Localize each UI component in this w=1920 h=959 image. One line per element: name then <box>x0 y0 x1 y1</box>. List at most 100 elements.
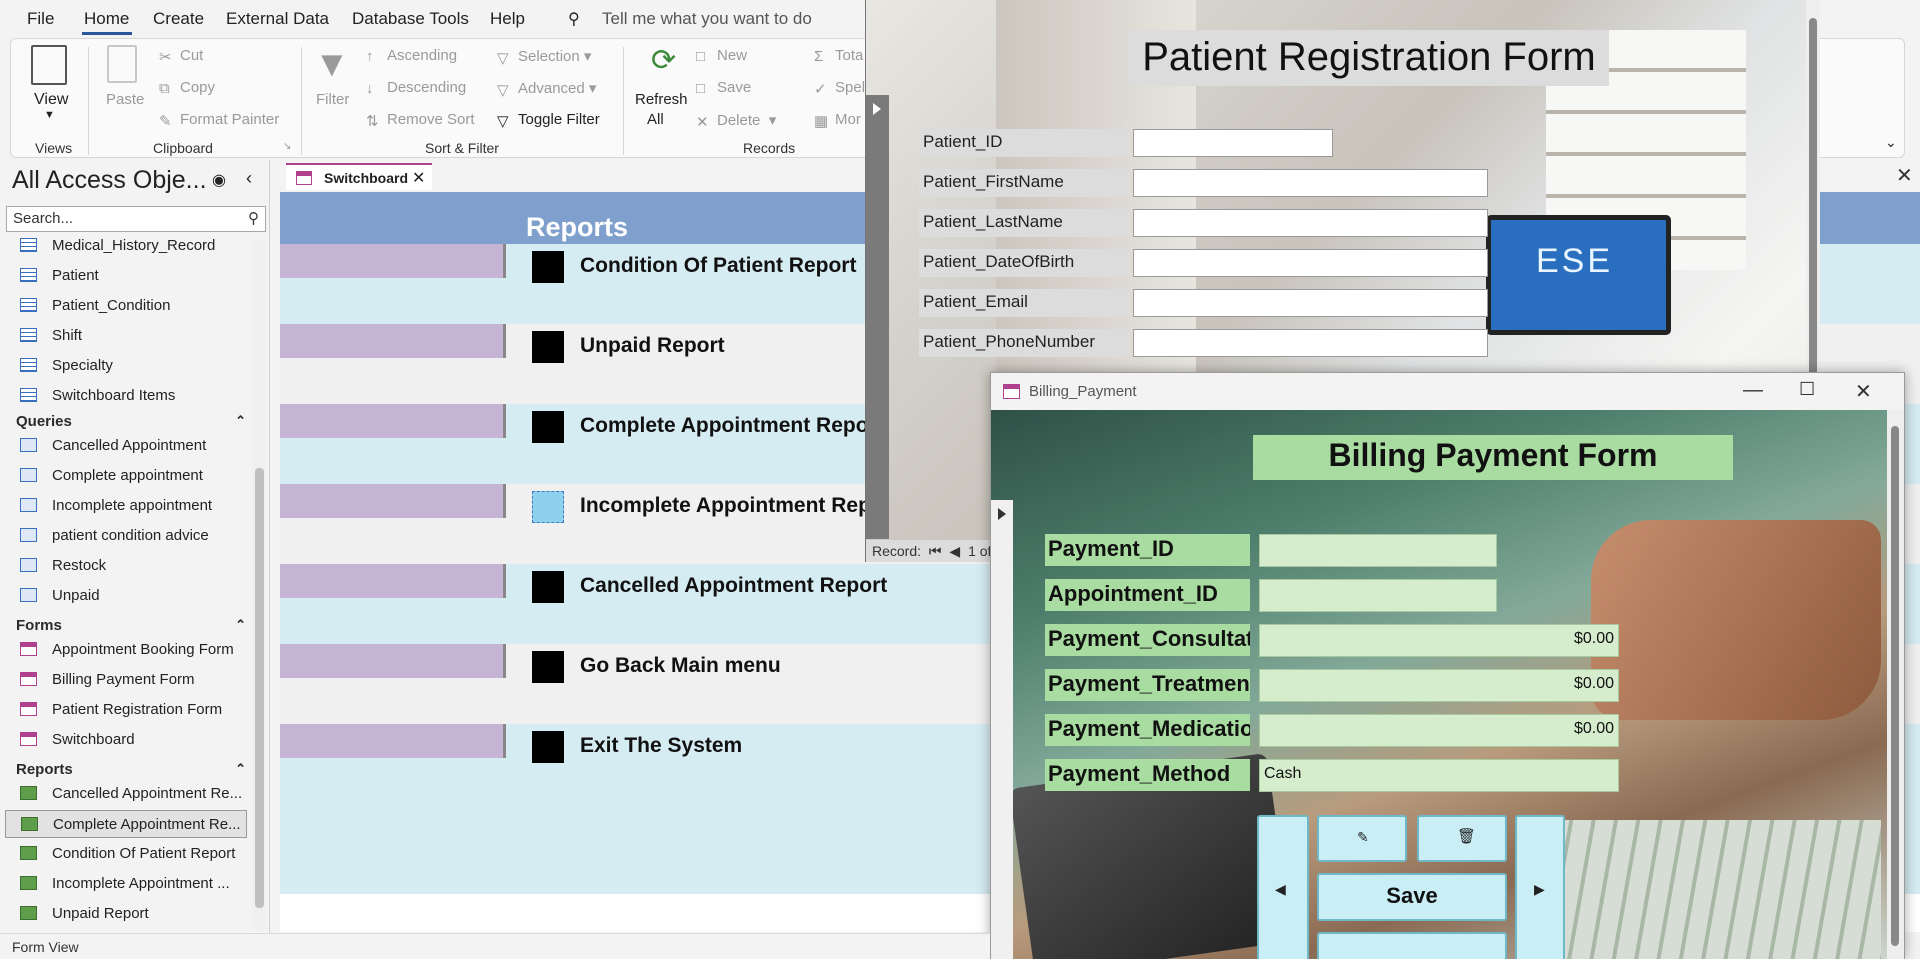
nav-form-billing-payment[interactable]: Billing Payment Form <box>0 666 250 694</box>
previous-record-button[interactable]: ◀ <box>1257 815 1309 959</box>
nav-report-incomplete[interactable]: Incomplete Appointment ... <box>0 870 250 898</box>
nav-scrollbar[interactable] <box>252 240 266 930</box>
patient-firstname-field[interactable] <box>1133 169 1488 197</box>
nav-group-queries[interactable]: Queries ⌃ <box>16 413 246 430</box>
switchboard-label-1[interactable]: Condition Of Patient Report <box>580 254 856 278</box>
nav-scrollbar-thumb[interactable] <box>255 468 264 908</box>
copy-button[interactable]: ⧉ Copy <box>159 79 215 97</box>
delete-record-button[interactable]: ✕ Delete ▾ <box>696 111 776 131</box>
totals-button[interactable]: Σ Tota <box>814 47 863 65</box>
payment-treatment-field[interactable]: $0.00 <box>1259 669 1619 702</box>
nav-group-forms[interactable]: Forms ⌃ <box>16 617 246 634</box>
toggle-filter-button[interactable]: ▽ Toggle Filter <box>497 111 600 130</box>
spelling-button[interactable]: ✓ Spel <box>814 79 865 98</box>
payment-id-field[interactable] <box>1259 534 1497 567</box>
menu-file[interactable]: File <box>27 9 54 29</box>
menu-help[interactable]: Help <box>490 9 525 29</box>
payment-consultation-field[interactable]: $0.00 <box>1259 624 1619 657</box>
switchboard-button-3[interactable] <box>532 411 564 443</box>
remove-sort-button[interactable]: ⇅ Remove Sort <box>366 111 475 130</box>
switchboard-button-4[interactable] <box>532 491 564 523</box>
nav-query-unpaid[interactable]: Unpaid <box>0 582 250 610</box>
delete-record-button[interactable]: 🗑 <box>1417 815 1507 862</box>
record-selector[interactable] <box>991 500 1013 959</box>
billing-form-scrollbar[interactable] <box>1887 410 1904 959</box>
patient-phone-field[interactable] <box>1133 329 1488 357</box>
patient-email-field[interactable] <box>1133 289 1488 317</box>
appointment-id-field[interactable] <box>1259 579 1497 612</box>
nav-search-input[interactable]: Search... ⚲ <box>6 206 266 232</box>
view-button[interactable]: View <box>34 91 68 109</box>
payment-method-field[interactable]: Cash <box>1259 759 1619 792</box>
nav-report-condition[interactable]: Condition Of Patient Report <box>0 840 250 868</box>
scrollbar-thumb[interactable] <box>1809 18 1817 378</box>
maximize-icon[interactable]: ☐ <box>1799 379 1815 400</box>
menu-create[interactable]: Create <box>153 9 204 29</box>
edit-record-button[interactable]: ✎ <box>1317 815 1407 862</box>
nav-table-switchboard-items[interactable]: Switchboard Items <box>0 382 250 410</box>
switchboard-label-7[interactable]: Exit The System <box>580 734 742 758</box>
nav-table-shift[interactable]: Shift <box>0 322 250 350</box>
switchboard-button-5[interactable] <box>532 571 564 603</box>
new-record-button[interactable]: □ New <box>696 47 747 65</box>
save-record-button[interactable]: □ Save <box>696 79 751 97</box>
nav-form-appointment-booking[interactable]: Appointment Booking Form <box>0 636 250 664</box>
descending-button[interactable]: ↓ Descending <box>366 79 466 97</box>
tab-switchboard[interactable]: Switchboard ✕ <box>286 163 432 190</box>
nav-menu-chevron-icon[interactable]: ◉ <box>212 170 226 190</box>
tell-me-search[interactable]: Tell me what you want to do <box>602 9 812 29</box>
first-record-icon[interactable]: ⏮ <box>929 543 942 559</box>
advanced-button[interactable]: ▽ Advanced ▾ <box>497 79 596 99</box>
nav-report-cancelled[interactable]: Cancelled Appointment Re... <box>0 780 250 808</box>
menu-home[interactable]: Home <box>84 9 129 29</box>
nav-query-cancelled[interactable]: Cancelled Appointment <box>0 432 250 460</box>
previous-record-icon[interactable]: ◀ <box>949 543 960 559</box>
switchboard-button-2[interactable] <box>532 331 564 363</box>
cut-button[interactable]: ✂ Cut <box>159 47 203 66</box>
paste-button[interactable]: Paste <box>106 91 144 108</box>
next-record-button[interactable]: ▶ <box>1515 815 1565 959</box>
nav-form-patient-registration[interactable]: Patient Registration Form <box>0 696 250 724</box>
close-icon[interactable]: ✕ <box>1855 379 1872 404</box>
nav-table-patient-condition[interactable]: Patient_Condition <box>0 292 250 320</box>
switchboard-label-4[interactable]: Incomplete Appointment Report <box>580 494 899 518</box>
switchboard-label-6[interactable]: Go Back Main menu <box>580 654 781 678</box>
extra-button[interactable] <box>1317 932 1507 959</box>
nav-report-complete[interactable]: Complete Appointment Re... <box>5 810 247 838</box>
refresh-all-button[interactable]: Refresh <box>635 91 688 108</box>
payment-medication-field[interactable]: $0.00 <box>1259 714 1619 747</box>
dialog-launcher-icon[interactable]: ↘ <box>283 141 291 152</box>
nav-query-condition-advice[interactable]: patient condition advice <box>0 522 250 550</box>
menu-external-data[interactable]: External Data <box>226 9 329 29</box>
nav-table-specialty[interactable]: Specialty <box>0 352 250 380</box>
nav-group-reports[interactable]: Reports ⌃ <box>16 761 246 778</box>
ascending-button[interactable]: ↑ Ascending <box>366 47 457 65</box>
collapse-ribbon-icon[interactable]: ⌄ <box>1885 134 1897 151</box>
filter-button[interactable]: Filter <box>316 91 349 108</box>
nav-query-incomplete[interactable]: Incomplete appointment <box>0 492 250 520</box>
close-tab-icon[interactable]: ✕ <box>412 168 425 188</box>
collapse-pane-icon[interactable]: ‹ <box>246 168 252 189</box>
switchboard-button-7[interactable] <box>532 731 564 763</box>
format-painter-button[interactable]: ✎ Format Painter <box>159 111 279 130</box>
patient-dob-field[interactable] <box>1133 249 1488 277</box>
switchboard-label-2[interactable]: Unpaid Report <box>580 334 725 358</box>
switchboard-label-5[interactable]: Cancelled Appointment Report <box>580 574 887 598</box>
nav-report-unpaid[interactable]: Unpaid Report <box>0 900 250 928</box>
nav-form-switchboard[interactable]: Switchboard <box>0 726 250 754</box>
switchboard-button-1[interactable] <box>532 251 564 283</box>
menu-database-tools[interactable]: Database Tools <box>352 9 469 29</box>
nav-table-patient[interactable]: Patient <box>0 262 250 290</box>
scrollbar-thumb[interactable] <box>1891 426 1899 946</box>
switchboard-label-3[interactable]: Complete Appointment Report <box>580 414 884 438</box>
switchboard-button-6[interactable] <box>532 651 564 683</box>
selection-button[interactable]: ▽ Selection ▾ <box>497 47 591 67</box>
save-button[interactable]: Save <box>1317 873 1507 921</box>
minimize-icon[interactable]: — <box>1743 379 1763 402</box>
patient-id-field[interactable] <box>1133 129 1333 157</box>
record-selector[interactable] <box>866 95 889 539</box>
nav-table-medical-history[interactable]: Medical_History_Record <box>0 232 250 260</box>
close-document-icon[interactable]: ✕ <box>1896 163 1913 188</box>
patient-lastname-field[interactable] <box>1133 209 1488 237</box>
more-button[interactable]: ▦ Mor <box>814 111 861 130</box>
